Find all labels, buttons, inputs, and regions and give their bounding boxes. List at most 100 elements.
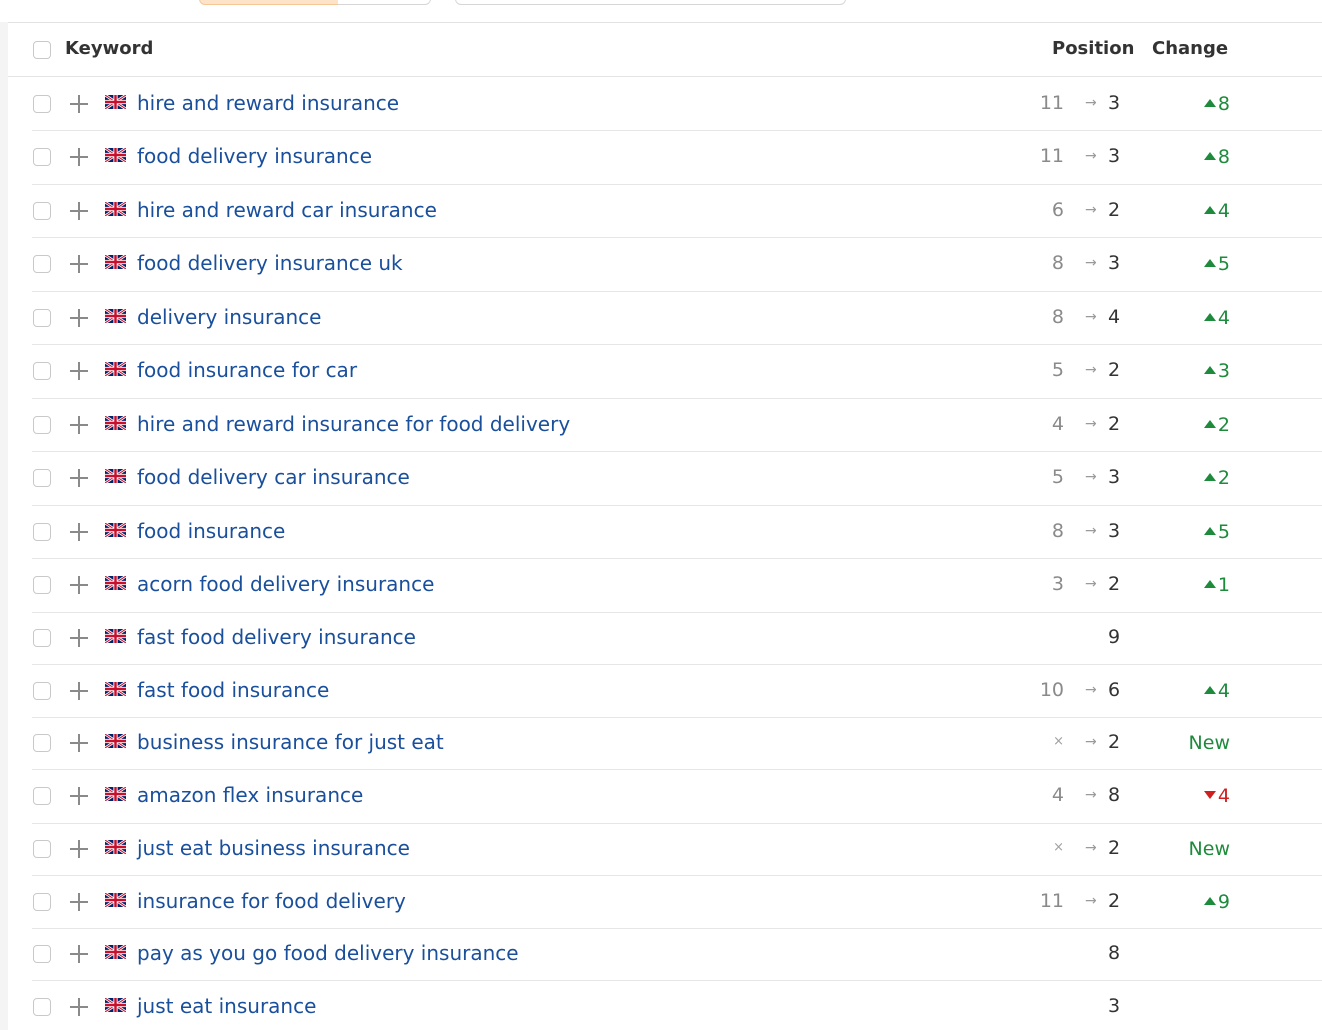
plus-icon[interactable]	[70, 523, 88, 541]
plus-icon[interactable]	[70, 682, 88, 700]
uk-flag-icon	[104, 891, 127, 909]
arrow-right-icon: →	[1085, 95, 1097, 111]
row-checkbox[interactable]	[33, 95, 51, 113]
plus-icon[interactable]	[70, 309, 88, 327]
uk-flag-icon	[104, 360, 127, 378]
position-change: 5	[1203, 520, 1230, 544]
keyword-link[interactable]: food delivery insurance uk	[137, 251, 403, 275]
arrow-right-icon: →	[1085, 416, 1097, 432]
change-value: 8	[1217, 93, 1230, 115]
keyword-link[interactable]: acorn food delivery insurance	[137, 572, 434, 596]
keyword-link[interactable]: delivery insurance	[137, 305, 321, 329]
change-value: 5	[1217, 253, 1230, 275]
table-row: food insurance for car 5 → 2 3	[32, 344, 1322, 399]
plus-icon[interactable]	[70, 362, 88, 380]
row-checkbox[interactable]	[33, 840, 51, 858]
triangle-up-icon	[1203, 365, 1216, 374]
plus-icon[interactable]	[70, 416, 88, 434]
row-checkbox[interactable]	[33, 416, 51, 434]
row-checkbox[interactable]	[33, 202, 51, 220]
row-checkbox[interactable]	[33, 787, 51, 805]
plus-icon[interactable]	[70, 893, 88, 911]
change-value: New	[1188, 838, 1230, 860]
plus-icon[interactable]	[70, 255, 88, 273]
row-checkbox[interactable]	[33, 576, 51, 594]
keyword-link[interactable]: food delivery insurance	[137, 144, 372, 168]
row-checkbox[interactable]	[33, 893, 51, 911]
segment-active-tab[interactable]	[199, 0, 340, 5]
plus-icon[interactable]	[70, 576, 88, 594]
row-checkbox[interactable]	[33, 469, 51, 487]
row-checkbox[interactable]	[33, 734, 51, 752]
row-checkbox[interactable]	[33, 682, 51, 700]
plus-icon[interactable]	[70, 998, 88, 1016]
row-checkbox[interactable]	[33, 523, 51, 541]
keyword-link[interactable]: food delivery car insurance	[137, 465, 410, 489]
previous-position: ×	[1053, 840, 1064, 855]
keyword-link[interactable]: fast food insurance	[137, 678, 329, 702]
arrow-right-icon: →	[1085, 576, 1097, 592]
search-input[interactable]	[455, 0, 846, 5]
table-row: food delivery car insurance 5 → 3 2	[32, 451, 1322, 506]
table-row: amazon flex insurance 4 → 8 4	[32, 769, 1322, 824]
row-checkbox[interactable]	[33, 362, 51, 380]
arrow-right-icon: →	[1085, 202, 1097, 218]
uk-flag-icon	[104, 414, 127, 432]
plus-icon[interactable]	[70, 734, 88, 752]
plus-icon[interactable]	[70, 787, 88, 805]
keyword-link[interactable]: just eat insurance	[137, 994, 316, 1018]
keyword-link[interactable]: hire and reward insurance	[137, 91, 399, 115]
keyword-link[interactable]: pay as you go food delivery insurance	[137, 941, 519, 965]
plus-icon[interactable]	[70, 469, 88, 487]
row-checkbox[interactable]	[33, 945, 51, 963]
current-position: 2	[1108, 359, 1121, 381]
keyword-link[interactable]: hire and reward insurance for food deliv…	[137, 412, 570, 436]
keyword-link[interactable]: food insurance for car	[137, 358, 357, 382]
change-value: 4	[1217, 307, 1230, 329]
triangle-up-icon	[1203, 579, 1216, 588]
row-checkbox[interactable]	[33, 629, 51, 647]
row-checkbox[interactable]	[33, 255, 51, 273]
current-position: 3	[1108, 995, 1121, 1017]
row-checkbox[interactable]	[33, 148, 51, 166]
change-value: 8	[1217, 146, 1230, 168]
position-column-header[interactable]: Position	[1052, 38, 1134, 60]
plus-icon[interactable]	[70, 945, 88, 963]
change-value: 1	[1217, 574, 1230, 596]
plus-icon[interactable]	[70, 840, 88, 858]
arrow-right-icon: →	[1085, 682, 1097, 698]
plus-icon[interactable]	[70, 95, 88, 113]
table-row: food insurance 8 → 3 5	[32, 505, 1322, 559]
table-row: acorn food delivery insurance 3 → 2 1	[32, 558, 1322, 613]
row-checkbox[interactable]	[33, 309, 51, 327]
table-row: hire and reward car insurance 6 → 2 4	[32, 184, 1322, 238]
keyword-link[interactable]: business insurance for just eat	[137, 730, 444, 754]
select-all-checkbox[interactable]	[33, 41, 51, 59]
keyword-column-header[interactable]: Keyword	[65, 38, 153, 60]
keyword-link[interactable]: hire and reward car insurance	[137, 198, 437, 222]
table-row: delivery insurance 8 → 4 4	[32, 291, 1322, 345]
previous-position: 11	[1039, 92, 1064, 114]
change-column-header[interactable]: Change	[1152, 38, 1228, 60]
change-value: 9	[1217, 891, 1230, 913]
uk-flag-icon	[104, 996, 127, 1014]
keyword-link[interactable]: just eat business insurance	[137, 836, 410, 860]
triangle-up-icon	[1203, 258, 1216, 267]
table-row: food delivery insurance uk 8 → 3 5	[32, 237, 1322, 292]
triangle-up-icon	[1203, 685, 1216, 694]
plus-icon[interactable]	[70, 148, 88, 166]
current-position: 2	[1108, 199, 1121, 221]
keywords-table: Keyword Position Change hire and reward …	[8, 22, 1322, 1030]
plus-icon[interactable]	[70, 202, 88, 220]
uk-flag-icon	[104, 521, 127, 539]
plus-icon[interactable]	[70, 629, 88, 647]
keyword-link[interactable]: insurance for food delivery	[137, 889, 406, 913]
keyword-link[interactable]: amazon flex insurance	[137, 783, 363, 807]
row-checkbox[interactable]	[33, 998, 51, 1016]
current-position: 3	[1108, 466, 1121, 488]
arrow-right-icon: →	[1085, 469, 1097, 485]
arrow-right-icon: →	[1085, 840, 1097, 856]
keyword-link[interactable]: food insurance	[137, 519, 285, 543]
segment-inactive-tab[interactable]	[338, 0, 431, 5]
keyword-link[interactable]: fast food delivery insurance	[137, 625, 416, 649]
